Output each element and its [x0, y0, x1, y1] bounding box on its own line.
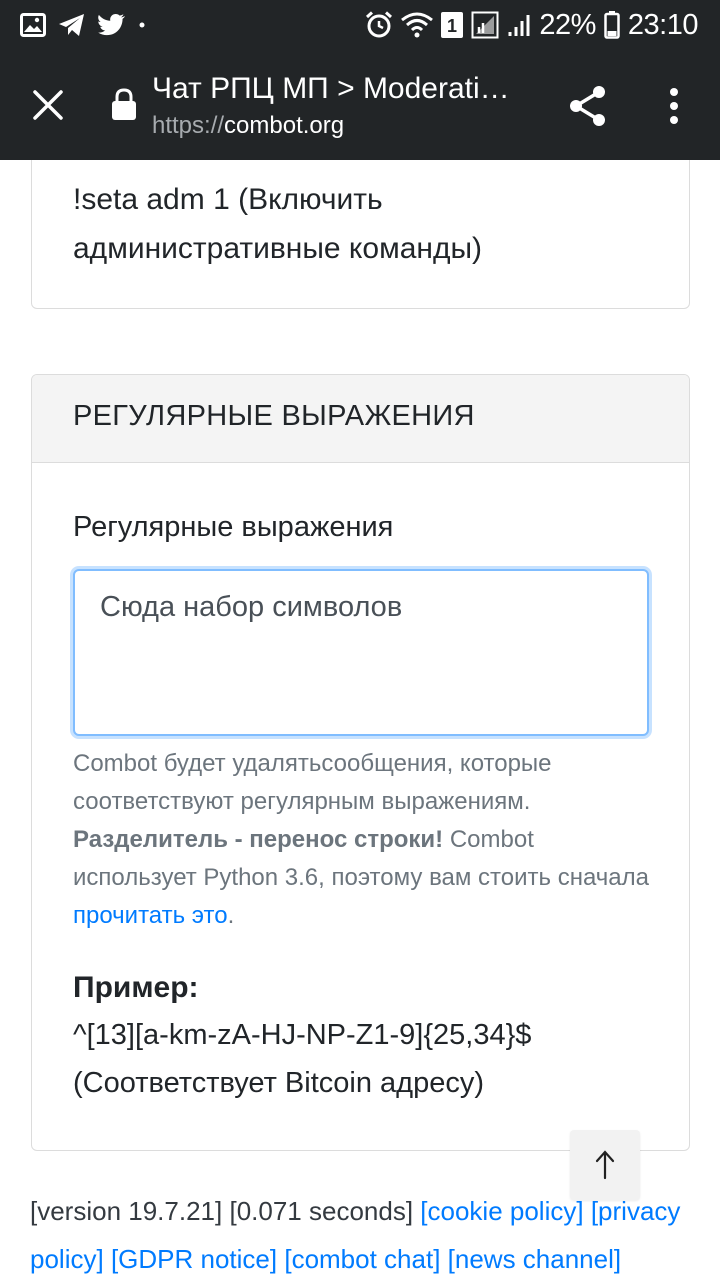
regex-help-text: Combot будет удалятьсообщения, которые с… — [73, 745, 653, 935]
help-text-period: . — [227, 902, 235, 929]
help-text-separator: Разделитель - перенос строки! — [73, 826, 444, 853]
regex-field-label: Регулярные выражения — [73, 511, 394, 543]
help-text-intro: Combot будет удалятьсообщения, которые с… — [73, 750, 552, 815]
page-url: https://combot.org — [152, 112, 344, 140]
page-content: !seta adm 1 (Включить административные к… — [0, 160, 720, 1280]
regex-card: РЕГУЛЯРНЫЕ ВЫРАЖЕНИЯ Регулярные выражени… — [31, 374, 690, 1151]
footer: [version 19.7.21] [0.071 seconds] [cooki… — [30, 1187, 700, 1280]
url-scheme: https:// — [152, 112, 225, 139]
example-pattern: ^[13][a-km-zA-HJ-NP-Z1-9]{25,34}$ — [73, 1019, 532, 1051]
more-vertical-icon — [670, 88, 678, 124]
sim-badge: 1 — [447, 16, 457, 36]
sim-icon: 1 — [441, 12, 464, 38]
close-button[interactable] — [22, 81, 74, 129]
overflow-menu-button[interactable] — [656, 82, 692, 130]
commands-card: !seta adm 1 (Включить административные к… — [31, 160, 690, 309]
gdpr-notice-link[interactable]: [GDPR notice] — [111, 1244, 277, 1274]
regex-card-header: РЕГУЛЯРНЫЕ ВЫРАЖЕНИЯ — [32, 375, 689, 463]
footer-version: [version 19.7.21] — [30, 1196, 223, 1226]
status-bar-notifications — [20, 11, 146, 39]
dot-icon — [138, 21, 146, 29]
news-channel-link[interactable]: [news channel] — [448, 1244, 621, 1274]
combot-chat-link[interactable]: [combot chat] — [284, 1244, 440, 1274]
battery-percent: 22% — [539, 8, 596, 41]
clock: 23:10 — [627, 8, 699, 41]
example-description: (Соответствует Bitcoin адресу) — [73, 1067, 484, 1099]
url-host: combot.org — [224, 112, 345, 139]
read-this-link[interactable]: прочитать это — [73, 902, 228, 929]
browser-toolbar: Чат РПЦ МП > Moderati… https://combot.or… — [0, 50, 720, 160]
close-icon — [33, 90, 63, 120]
signal-bars-icon — [507, 11, 531, 39]
command-line-2: административные команды) — [73, 232, 483, 265]
cookie-policy-link[interactable]: [cookie policy] — [420, 1196, 583, 1226]
status-bar: 1 22% 23:10 — [0, 0, 720, 50]
wifi-icon — [401, 11, 434, 39]
page-title: Чат РПЦ МП > Moderati… — [152, 72, 510, 105]
telegram-icon — [58, 13, 86, 37]
share-icon — [570, 86, 605, 126]
status-bar-system: 1 22% 23:10 — [365, 8, 699, 42]
regex-textarea[interactable]: Сюда набор символов — [73, 569, 649, 736]
alarm-icon — [365, 11, 393, 39]
regex-card-title: РЕГУЛЯРНЫЕ ВЫРАЖЕНИЯ — [73, 400, 475, 432]
lock-icon — [110, 88, 138, 122]
command-line-1: !seta adm 1 (Включить — [73, 183, 383, 216]
signal-icon — [471, 11, 499, 39]
twitter-icon — [98, 13, 126, 37]
share-button[interactable] — [564, 82, 612, 130]
example-label: Пример: — [73, 971, 199, 1004]
battery-icon — [604, 11, 620, 39]
gallery-icon — [20, 13, 46, 37]
command-description: !seta adm 1 (Включить административные к… — [73, 175, 673, 273]
arrow-up-icon — [595, 1150, 615, 1180]
footer-timing: [0.071 seconds] — [229, 1196, 414, 1226]
